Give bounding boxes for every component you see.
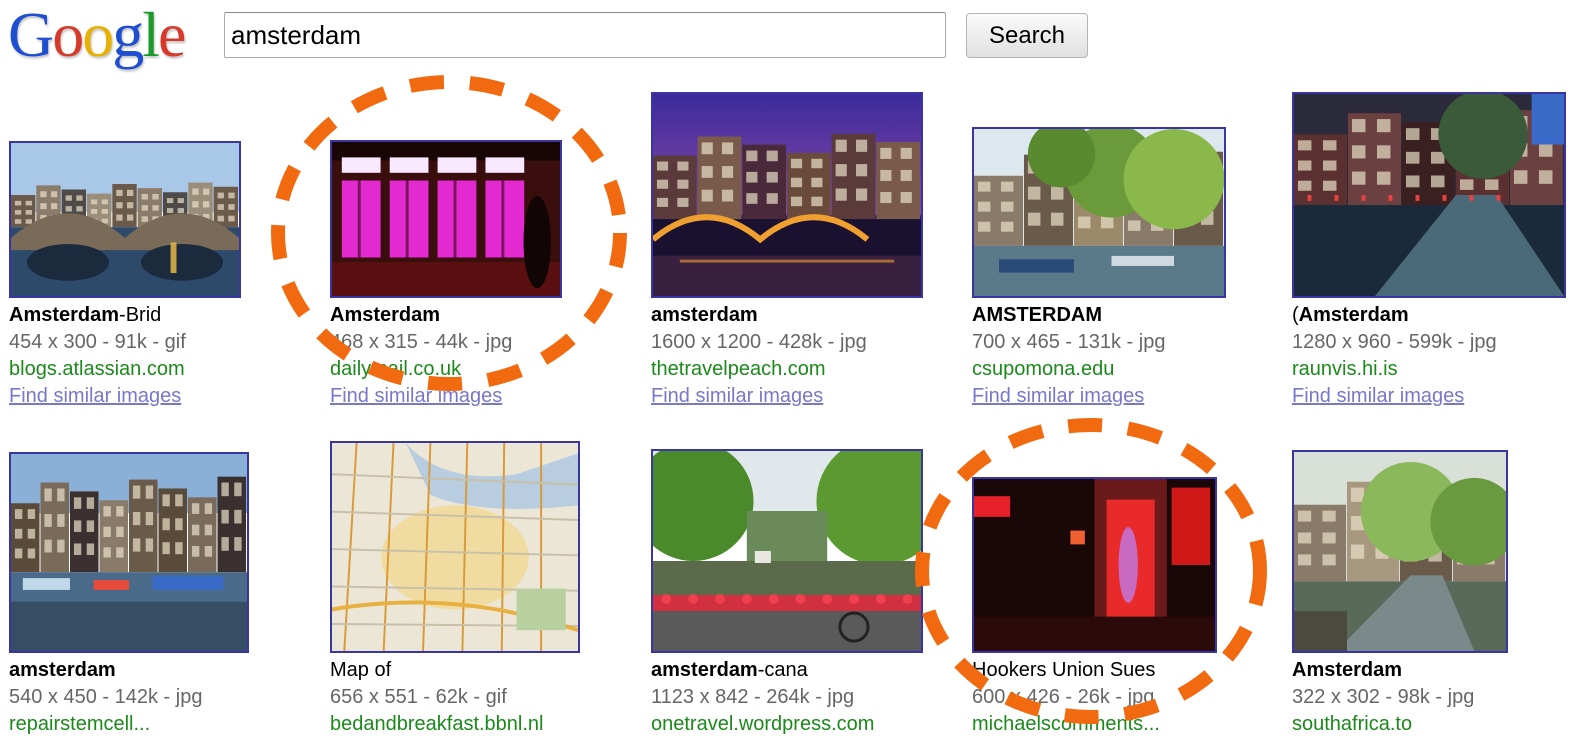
find-similar-link[interactable]: Find similar images [330, 383, 640, 410]
logo-letter: G [8, 0, 54, 70]
result-title-keyword: Amsterdam [9, 304, 120, 326]
result-site: blogs.atlassian.com [9, 358, 185, 380]
result-caption: amsterdam 1600 x 1200 - 428k - jpg thetrav… [651, 302, 961, 410]
image-result: amsterdam 540 x 450 - 142k - jpg repairste… [9, 437, 319, 738]
result-caption: Amsterdam 468 x 315 - 44k - jpg dailymail.… [330, 302, 640, 410]
result-meta: 700 x 465 - 131k - jpg [972, 331, 1166, 353]
image-result: amsterdam 1600 x 1200 - 428k - jpg thetrav… [651, 82, 961, 410]
result-site: southafrica.to [1292, 713, 1413, 735]
result-title-keyword: Amsterdam [1298, 304, 1409, 326]
result-caption: AMSTERDAM 700 x 465 - 131k - jpg csupomona… [972, 302, 1282, 410]
result-thumbnail[interactable] [330, 441, 580, 653]
result-title[interactable]: amsterdam-cana [651, 657, 961, 684]
search-button[interactable]: Search [966, 13, 1088, 58]
result-site: onetravel.wordpress.com [651, 713, 875, 735]
result-thumbnail[interactable] [1292, 450, 1508, 653]
find-similar-link[interactable]: Find similar images [972, 383, 1282, 410]
result-site: raunvis.hi.is [1292, 358, 1398, 380]
logo-letter: g [112, 0, 144, 70]
result-meta: 468 x 315 - 44k - jpg [330, 331, 513, 353]
result-thumbnail[interactable] [651, 449, 923, 653]
logo-letter: l [142, 0, 160, 70]
image-result: Map of 656 x 551 - 62k - gif bedandbreakfa… [330, 437, 640, 738]
result-thumbnail[interactable] [972, 127, 1226, 298]
result-site: dailymail.co.uk [330, 358, 462, 380]
result-caption: (Amsterdam 1280 x 960 - 599k - jpg raunvis… [1292, 302, 1589, 410]
result-title[interactable]: Hookers Union Sues [972, 657, 1282, 684]
result-thumbnail[interactable] [9, 141, 241, 298]
search-input[interactable] [224, 12, 946, 58]
result-meta: 1600 x 1200 - 428k - jpg [651, 331, 867, 353]
result-site: michaelscomments... [972, 713, 1160, 735]
result-thumbnail[interactable] [9, 452, 249, 653]
result-meta: 656 x 551 - 62k - gif [330, 686, 507, 708]
result-title-keyword: amsterdam [651, 659, 758, 681]
result-thumbnail[interactable] [330, 140, 562, 298]
result-title[interactable]: amsterdam [651, 302, 961, 329]
result-thumbnail[interactable] [1292, 92, 1566, 298]
result-thumbnail[interactable] [651, 92, 923, 298]
result-title[interactable]: Amsterdam [330, 302, 640, 329]
result-caption: Map of 656 x 551 - 62k - gif bedandbreakfa… [330, 657, 640, 738]
result-meta: 1123 x 842 - 264k - jpg [651, 686, 855, 708]
find-similar-link[interactable]: Find similar images [9, 383, 319, 410]
result-meta: 540 x 450 - 142k - jpg [9, 686, 203, 708]
result-title-keyword: AMSTERDAM [972, 304, 1102, 326]
image-result: Amsterdam 468 x 315 - 44k - jpg dailymail.… [330, 82, 640, 410]
result-title-keyword: Amsterdam [1292, 659, 1403, 681]
result-title-prefix: ( [1292, 304, 1299, 326]
result-caption: Amsterdam-Brid 454 x 300 - 91k - gif blogs… [9, 302, 319, 410]
result-site: repairstemcell... [9, 713, 151, 735]
find-similar-link[interactable]: Find similar images [651, 383, 961, 410]
result-title-keyword: amsterdam [651, 304, 758, 326]
image-result: amsterdam-cana 1123 x 842 - 264k - jpg one… [651, 437, 961, 738]
result-meta: 1280 x 960 - 599k - jpg [1292, 331, 1497, 353]
image-result: Amsterdam 322 x 302 - 98k - jpg southafric… [1292, 437, 1589, 738]
result-meta: 454 x 300 - 91k - gif [9, 331, 186, 353]
result-meta: 600 x 426 - 26k - jpg [972, 686, 1155, 708]
logo-letter: o [52, 0, 84, 70]
result-caption: amsterdam-cana 1123 x 842 - 264k - jpg one… [651, 657, 961, 738]
result-site: bedandbreakfast.bbnl.nl [330, 713, 544, 735]
result-title[interactable]: AMSTERDAM [972, 302, 1282, 329]
result-title-rest: Hookers Union Sues [972, 659, 1156, 681]
result-caption: amsterdam 540 x 450 - 142k - jpg repairste… [9, 657, 319, 738]
result-site: thetravelpeach.com [651, 358, 826, 380]
image-result: Hookers Union Sues 600 x 426 - 26k - jpg m… [972, 437, 1282, 738]
logo-letter: e [158, 0, 186, 70]
result-thumbnail[interactable] [972, 477, 1217, 653]
result-meta: 322 x 302 - 98k - jpg [1292, 686, 1475, 708]
result-title-rest: Map of [330, 659, 392, 681]
result-title-keyword: Amsterdam [330, 304, 441, 326]
result-title[interactable]: Amsterdam-Brid [9, 302, 319, 329]
result-title-rest: -Brid [119, 304, 162, 326]
image-result: Amsterdam-Brid 454 x 300 - 91k - gif blogs… [9, 82, 319, 410]
result-caption: Hookers Union Sues 600 x 426 - 26k - jpg m… [972, 657, 1282, 738]
result-caption: Amsterdam 322 x 302 - 98k - jpg southafric… [1292, 657, 1589, 738]
image-result: (Amsterdam 1280 x 960 - 599k - jpg raunvis… [1292, 82, 1589, 410]
logo-letter: o [82, 0, 114, 70]
result-title[interactable]: amsterdam [9, 657, 319, 684]
find-similar-link[interactable]: Find similar images [1292, 383, 1589, 410]
result-title-keyword: amsterdam [9, 659, 116, 681]
result-site: csupomona.edu [972, 358, 1115, 380]
google-logo[interactable]: Google [8, 0, 186, 72]
result-title-rest: -cana [757, 659, 808, 681]
result-title[interactable]: (Amsterdam [1292, 302, 1589, 329]
image-result: AMSTERDAM 700 x 465 - 131k - jpg csupomona… [972, 82, 1282, 410]
result-title[interactable]: Map of [330, 657, 640, 684]
result-title[interactable]: Amsterdam [1292, 657, 1589, 684]
